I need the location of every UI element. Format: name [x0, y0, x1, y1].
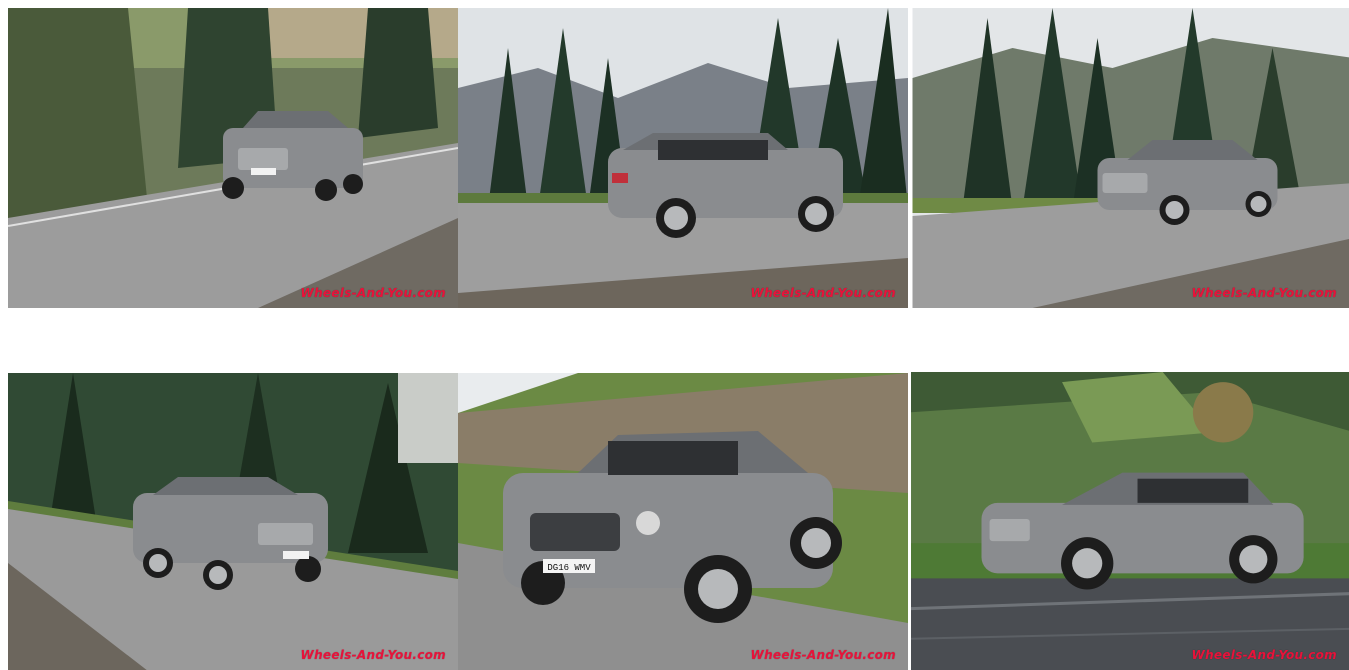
watermark: Wheels-And-You.com [300, 286, 446, 300]
gallery-photo-2[interactable]: Wheels-And-You.com [458, 8, 908, 308]
photo-car-front-mountain-road [8, 8, 458, 308]
watermark: Wheels-And-You.com [750, 648, 896, 662]
gallery-photo-1[interactable]: Wheels-And-You.com [8, 8, 458, 308]
watermark: Wheels-And-You.com [1191, 648, 1337, 662]
watermark: Wheels-And-You.com [300, 648, 446, 662]
photo-car-curve-road [8, 373, 458, 670]
watermark: Wheels-And-You.com [750, 286, 896, 300]
photo-car-rear-three-quarter [458, 8, 908, 308]
gallery-photo-5[interactable]: DG16 WMV Wheels-And-You.com [458, 372, 908, 670]
watermark: Wheels-And-You.com [1191, 286, 1337, 300]
photo-car-front-grass: DG16 WMV [458, 373, 908, 670]
gallery-photo-6[interactable]: Wheels-And-You.com [908, 372, 1349, 670]
license-plate: DG16 WMV [547, 563, 591, 573]
photo-car-side-wet-road [910, 372, 1349, 670]
photo-car-front-three-quarter [912, 8, 1349, 308]
gallery-photo-4[interactable]: Wheels-And-You.com [8, 372, 458, 670]
image-gallery: Wheels-And-You.com Wheels-And-You.com Wh… [0, 0, 1349, 670]
gallery-photo-3[interactable]: Wheels-And-You.com [908, 8, 1349, 308]
